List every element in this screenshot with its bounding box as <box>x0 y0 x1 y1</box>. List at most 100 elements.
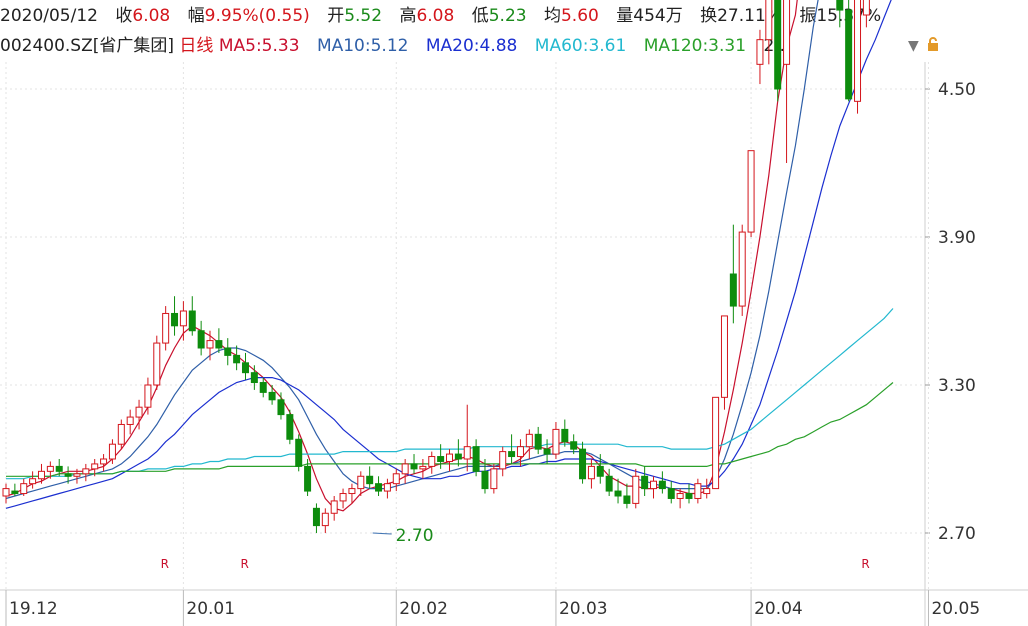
candle-body <box>632 475 640 504</box>
candle-body <box>694 483 702 499</box>
candle-body <box>534 433 542 450</box>
candle-body <box>552 428 560 455</box>
candle-body <box>437 456 445 462</box>
candle-body <box>729 273 737 307</box>
candle-body <box>233 354 241 364</box>
candle-body <box>570 441 578 450</box>
candle-body <box>854 0 862 102</box>
candle-body <box>401 463 409 475</box>
candle-body <box>82 468 90 475</box>
candle-body <box>286 414 294 440</box>
candle-body <box>162 312 170 344</box>
r-marker: R <box>240 557 248 571</box>
candle-body <box>703 488 711 495</box>
candle-body <box>117 423 125 445</box>
candle-body <box>605 475 613 492</box>
candle-body <box>392 473 400 485</box>
candle-body <box>383 483 391 492</box>
candle-body <box>747 150 755 233</box>
candle-body <box>499 451 507 470</box>
candle-body <box>91 463 99 470</box>
annotation-leader <box>372 532 392 535</box>
candle-body <box>20 483 28 495</box>
candle-body <box>428 456 436 467</box>
candle-body <box>774 0 782 90</box>
y-tick-label: 3.90 <box>938 228 976 248</box>
candle-body <box>623 495 631 504</box>
candle-body <box>2 488 10 497</box>
candlestick-chart: 6.305.705.104.503.903.302.7019.1220.0120… <box>0 0 1028 626</box>
candle-body <box>153 342 161 386</box>
candle-body <box>836 0 844 11</box>
candle-body <box>135 406 143 418</box>
r-marker: R <box>861 557 869 571</box>
candle-body <box>490 468 498 490</box>
candle-body <box>543 448 551 455</box>
y-tick-label: 3.30 <box>938 376 976 396</box>
x-tick-label: 20.04 <box>754 599 803 619</box>
candle-body <box>410 463 418 470</box>
candle-body <box>250 372 258 384</box>
candle-body <box>330 500 338 514</box>
x-tick-label: 20.01 <box>186 599 235 619</box>
candle-body <box>268 391 276 401</box>
candle-body <box>454 453 462 460</box>
annotation-label: 2.70 <box>396 526 434 546</box>
candle-body <box>845 9 853 100</box>
candle-body <box>295 438 303 467</box>
candle-body <box>37 470 45 480</box>
candle-body <box>862 0 870 16</box>
candle-body <box>472 446 480 472</box>
candle-body <box>783 0 791 65</box>
candle-body <box>224 347 232 356</box>
candle-body <box>339 493 347 502</box>
candle-body <box>171 312 179 327</box>
x-tick-label: 20.05 <box>931 599 980 619</box>
candle-body <box>126 416 134 425</box>
candle-body <box>29 478 37 485</box>
candle-body <box>614 490 622 497</box>
candle-body <box>188 310 196 332</box>
candle-body <box>738 231 746 307</box>
candle-body <box>712 396 720 490</box>
candle-body <box>641 475 649 490</box>
x-tick-label: 19.12 <box>9 599 58 619</box>
candle-body <box>366 475 374 485</box>
x-tick-label: 20.02 <box>399 599 448 619</box>
candle-body <box>587 465 595 480</box>
candle-body <box>277 399 285 416</box>
candle-body <box>667 488 675 499</box>
candle-body <box>676 493 684 499</box>
candle-body <box>650 480 658 490</box>
candle-body <box>321 512 329 527</box>
candle-body <box>561 428 569 443</box>
candle-body <box>516 446 524 458</box>
candle-body <box>375 483 383 492</box>
candle-body <box>241 362 249 374</box>
candle-body <box>64 473 72 477</box>
candle-body <box>463 446 471 460</box>
candle-body <box>100 458 108 465</box>
candle-body <box>215 340 223 349</box>
candle-body <box>720 315 728 398</box>
candle-body <box>348 488 356 495</box>
y-tick-label: 4.50 <box>938 80 976 100</box>
candle-body <box>206 340 214 349</box>
candle-body <box>197 330 205 349</box>
candle-body <box>446 453 453 462</box>
x-tick-label: 20.03 <box>559 599 608 619</box>
candle-body <box>46 465 54 472</box>
candle-body <box>357 475 365 490</box>
candle-body <box>525 433 533 448</box>
candle-body <box>658 480 666 490</box>
candle-body <box>685 493 693 499</box>
candle-body <box>304 465 312 492</box>
candle-body <box>419 465 427 470</box>
candle-body <box>144 384 152 408</box>
candle-body <box>481 470 489 490</box>
candle-body <box>55 465 63 472</box>
y-tick-label: 2.70 <box>938 524 976 544</box>
candle-body <box>179 310 187 327</box>
candle-body <box>73 473 81 477</box>
candle-body <box>756 39 764 65</box>
